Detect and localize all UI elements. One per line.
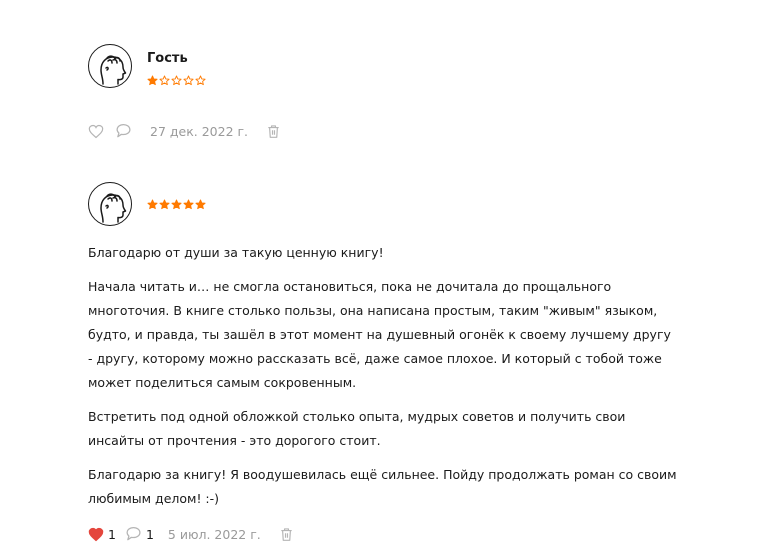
star-icon: [183, 75, 194, 86]
star-icon: [159, 199, 170, 210]
user-avatar-icon[interactable]: [88, 182, 132, 226]
rating-stars: [147, 199, 206, 210]
review-author: Гость: [147, 51, 188, 66]
delete-button[interactable]: [280, 527, 293, 542]
review-paragraph: Начала читать и… не смогла остановиться,…: [88, 279, 671, 390]
review-paragraph: Благодарю за книгу! Я воодушевилась ещё …: [88, 467, 677, 506]
trash-icon: [268, 124, 279, 138]
star-icon: [183, 199, 194, 210]
review-actions: 1 1 5 июл. 2022 г.: [88, 526, 293, 542]
star-icon: [171, 199, 182, 210]
trash-icon: [281, 527, 292, 541]
review-text: Благодарю от души за такую ценную книгу!…: [88, 241, 678, 521]
user-avatar-icon[interactable]: [88, 44, 132, 88]
review-date: 5 июл. 2022 г.: [167, 526, 261, 542]
star-icon: [195, 75, 206, 86]
comment-button[interactable]: [115, 123, 132, 139]
delete-button[interactable]: [267, 124, 280, 139]
review-paragraph: Благодарю от души за такую ценную книгу!: [88, 245, 384, 260]
like-button[interactable]: [88, 124, 104, 139]
rating-stars: [147, 75, 206, 86]
heart-icon: [88, 527, 104, 541]
star-icon: [147, 199, 158, 210]
comment-button[interactable]: 1: [125, 526, 154, 542]
star-icon: [147, 75, 158, 86]
comment-count: 1: [145, 526, 154, 542]
review-paragraph: Встретить под одной обложкой столько опы…: [88, 409, 626, 448]
heart-icon: [88, 124, 104, 138]
comment-bubble-icon: [126, 526, 141, 541]
review-actions: 27 дек. 2022 г.: [88, 123, 280, 139]
star-icon: [195, 199, 206, 210]
review-date: 27 дек. 2022 г.: [150, 123, 249, 139]
like-button[interactable]: 1: [88, 527, 116, 542]
comment-bubble-icon: [116, 123, 131, 138]
like-count: 1: [108, 526, 116, 542]
star-icon: [171, 75, 182, 86]
star-icon: [159, 75, 170, 86]
